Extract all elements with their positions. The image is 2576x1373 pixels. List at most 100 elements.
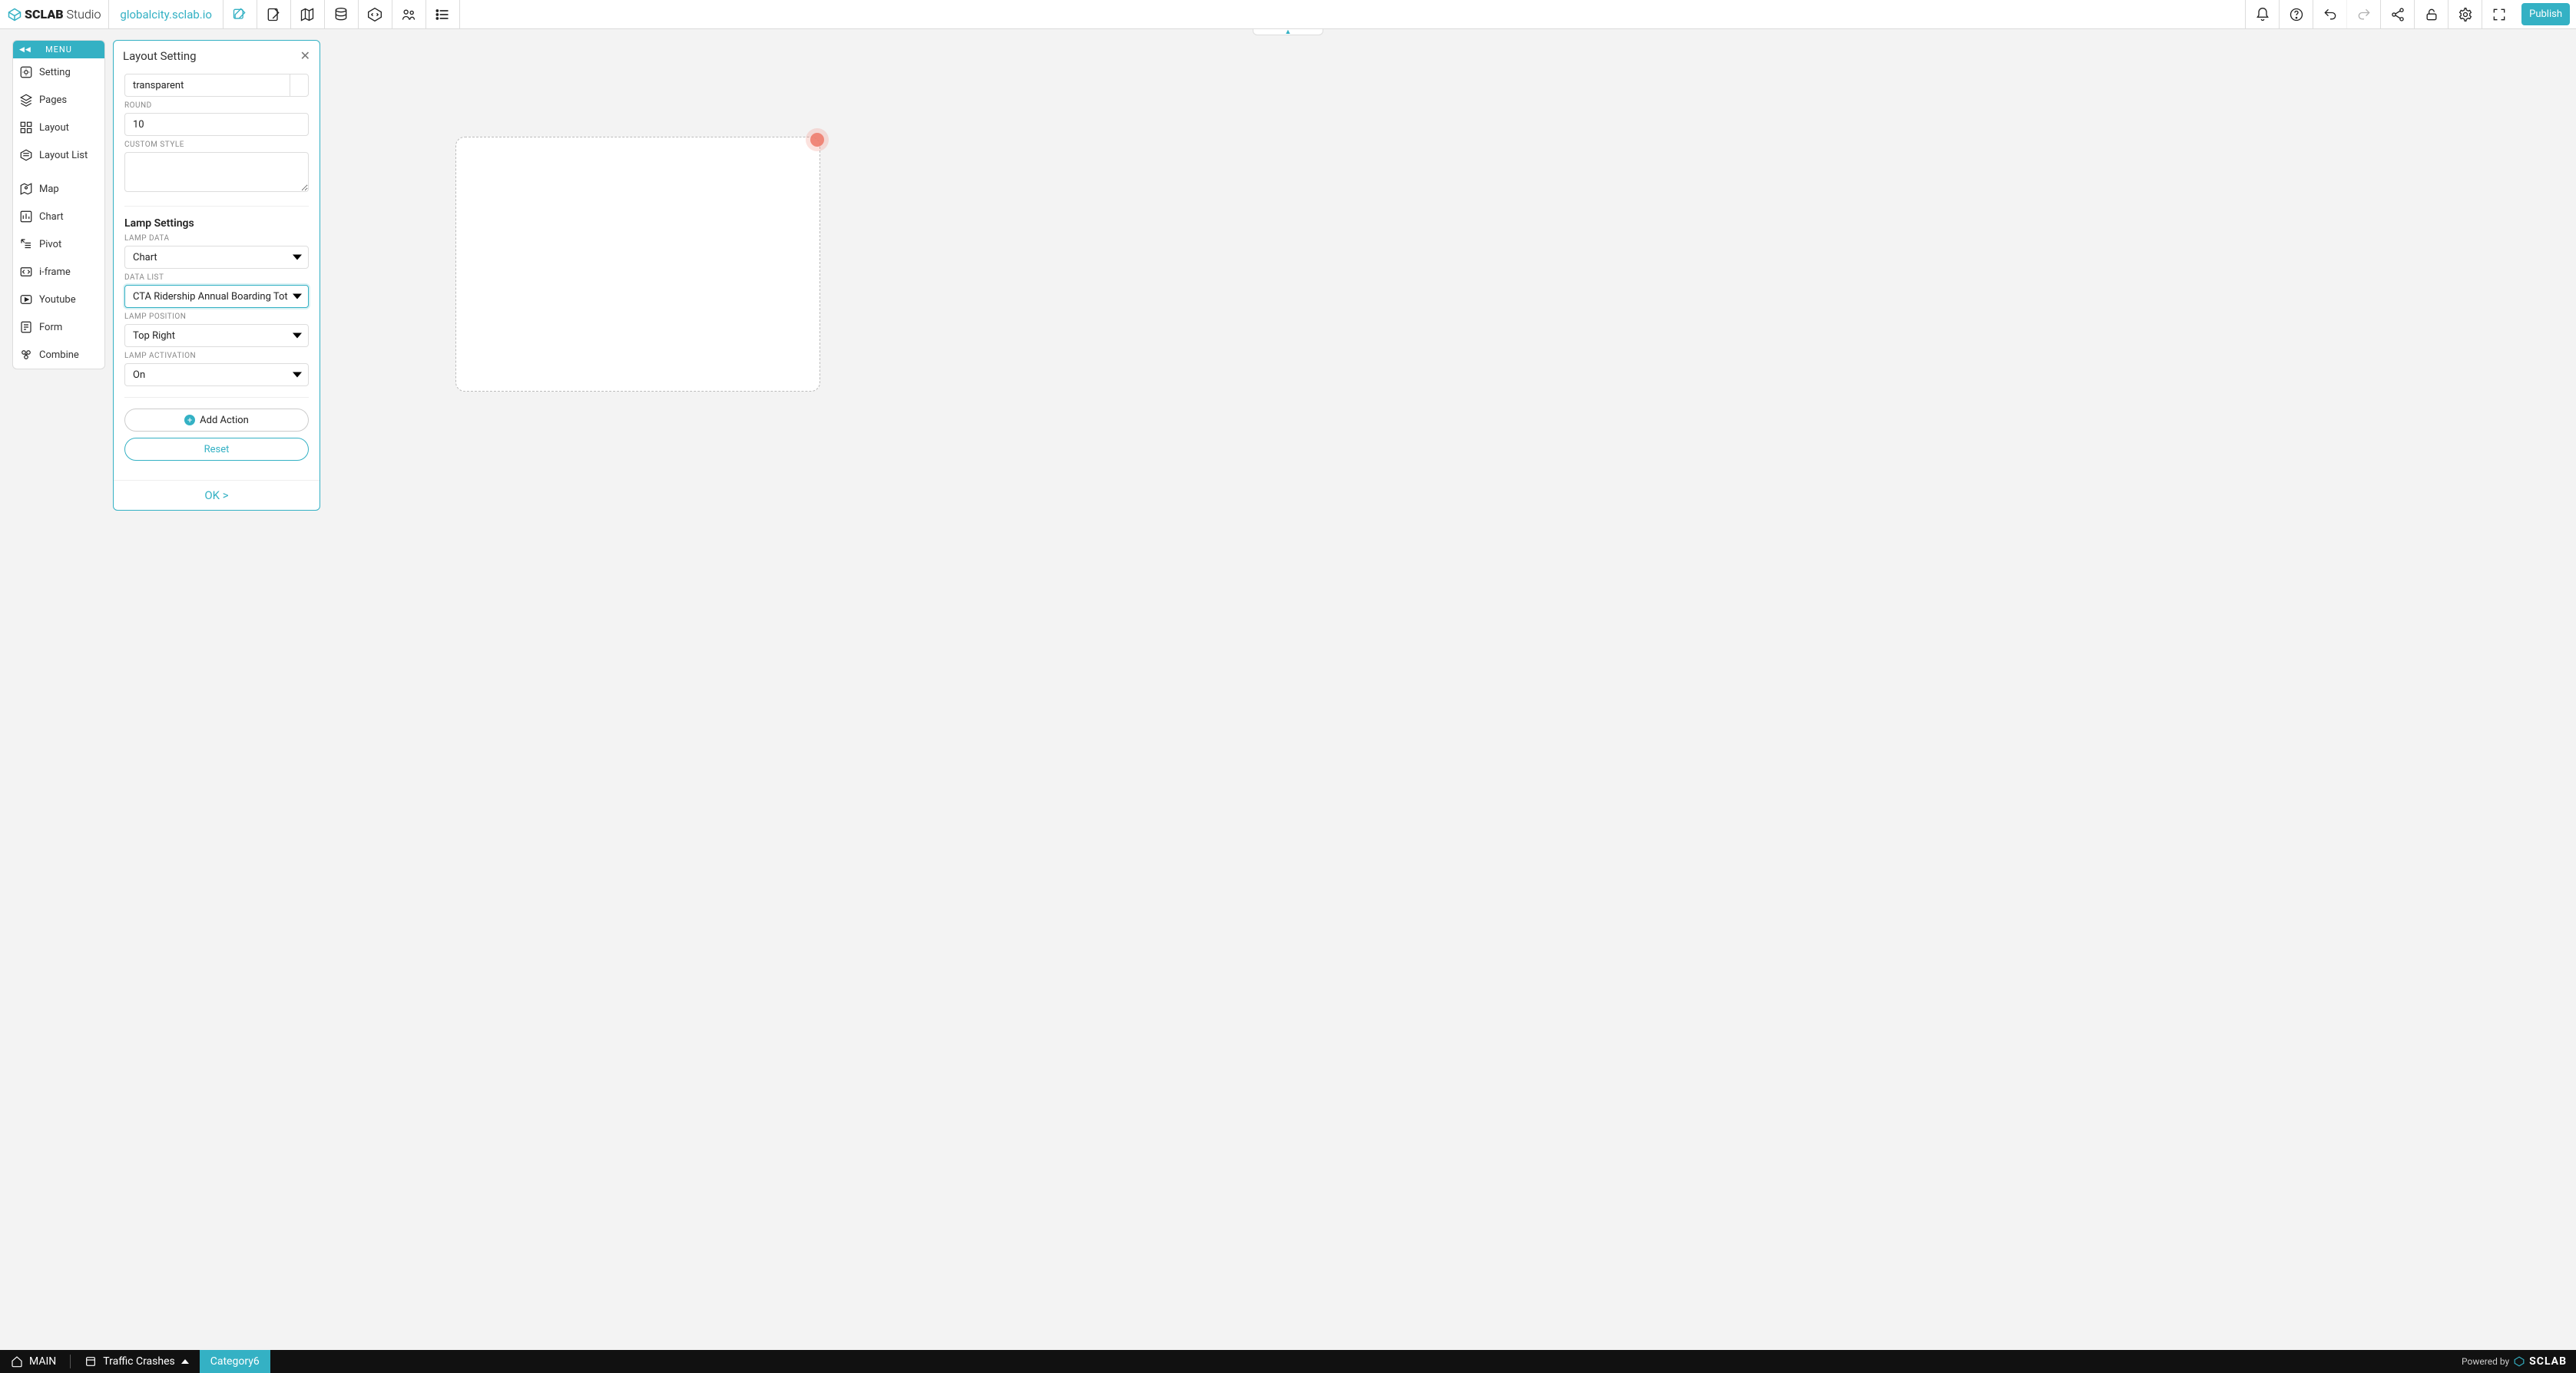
lamp-indicator	[810, 133, 824, 147]
reset-button[interactable]: Reset	[124, 438, 309, 461]
layoutlist-icon	[19, 148, 33, 162]
caret-down-icon	[293, 255, 302, 260]
combine-icon	[19, 348, 33, 362]
sidebar-item-combine[interactable]: Combine	[13, 341, 104, 369]
bottom-tab-main[interactable]: MAIN	[0, 1350, 67, 1373]
sidebar-item-map[interactable]: Map	[13, 175, 104, 203]
chevron-up-icon	[181, 1359, 189, 1364]
edit-doc-button[interactable]	[257, 0, 291, 28]
add-action-button[interactable]: + Add Action	[124, 409, 309, 432]
canvas-pull-tab[interactable]: ▲	[1253, 29, 1323, 35]
sidebar-item-layoutlist[interactable]: Layout List	[13, 141, 104, 169]
layers-icon	[19, 93, 33, 107]
undo-button[interactable]	[2313, 0, 2346, 28]
sidebar: ◀◀ MENU Setting Pages Layout Layout List…	[12, 40, 105, 369]
bottom-tab-category6[interactable]: Category6	[200, 1350, 270, 1373]
sidebar-item-setting[interactable]: Setting	[13, 58, 104, 86]
sidebar-item-label: Chart	[39, 211, 64, 223]
app-logo: SCLAB Studio	[0, 0, 109, 28]
lamp-activation-label: Lamp Activation	[124, 352, 309, 360]
logo-main: SCLAB	[25, 7, 64, 22]
gear-icon	[19, 65, 33, 79]
lock-button[interactable]	[2414, 0, 2448, 28]
bottom-tab-traffic[interactable]: Traffic Crashes	[74, 1350, 199, 1373]
lamp-activation-value: On	[133, 369, 145, 381]
grid-icon	[19, 121, 33, 134]
color-input[interactable]: transparent	[124, 74, 309, 97]
custom-style-label: Custom Style	[124, 141, 309, 149]
database-button[interactable]	[325, 0, 359, 28]
sidebar-item-label: Layout	[39, 122, 69, 134]
map-icon	[19, 182, 33, 196]
share-button[interactable]	[2380, 0, 2414, 28]
lamp-data-value: Chart	[133, 252, 157, 263]
lamp-position-value: Top Right	[133, 330, 175, 342]
ok-button[interactable]: OK >	[114, 480, 320, 510]
powered-by: Powered by SCLAB	[2452, 1350, 2576, 1373]
youtube-icon	[19, 293, 33, 306]
caret-down-icon	[293, 294, 302, 299]
powered-label: Powered by	[2462, 1356, 2509, 1367]
iframe-icon	[19, 265, 33, 279]
color-value: transparent	[125, 74, 290, 96]
sidebar-header[interactable]: ◀◀ MENU	[13, 41, 104, 58]
pivot-icon	[19, 237, 33, 251]
sidebar-item-form[interactable]: Form	[13, 313, 104, 341]
plus-icon: +	[184, 415, 195, 425]
layout-box[interactable]	[455, 137, 820, 392]
lamp-section-title: Lamp Settings	[124, 217, 309, 230]
round-input[interactable]	[124, 113, 309, 136]
add-action-label: Add Action	[200, 415, 249, 426]
sidebar-item-pages[interactable]: Pages	[13, 86, 104, 114]
lamp-data-label: Lamp Data	[124, 234, 309, 243]
sidebar-item-pivot[interactable]: Pivot	[13, 230, 104, 258]
divider	[70, 1355, 71, 1368]
caret-down-icon	[293, 372, 302, 378]
notifications-button[interactable]	[2245, 0, 2279, 28]
data-list-select[interactable]: CTA Ridership Annual Boarding Tot	[124, 285, 309, 308]
color-swatch[interactable]	[290, 74, 308, 96]
form-icon	[19, 320, 33, 334]
sidebar-item-label: Combine	[39, 349, 79, 361]
lamp-position-label: Lamp Position	[124, 313, 309, 321]
sidebar-item-youtube[interactable]: Youtube	[13, 286, 104, 313]
project-url[interactable]: globalcity.sclab.io	[109, 0, 223, 28]
separator	[124, 397, 309, 398]
separator	[124, 206, 309, 207]
settings-button[interactable]	[2448, 0, 2482, 28]
chevron-up-icon: ▲	[1285, 28, 1292, 36]
sidebar-item-label: Setting	[39, 67, 71, 78]
bottombar: MAIN Traffic Crashes Category6 Powered b…	[0, 1350, 2576, 1373]
layout-setting-panel: Layout Setting ✕ transparent Round Custo…	[113, 40, 320, 511]
edit-page-button[interactable]	[223, 0, 257, 28]
custom-style-input[interactable]	[124, 152, 309, 192]
lamp-position-select[interactable]: Top Right	[124, 324, 309, 347]
code-button[interactable]	[359, 0, 392, 28]
bottom-tab-label: MAIN	[29, 1355, 56, 1368]
round-label: Round	[124, 101, 309, 110]
users-button[interactable]	[392, 0, 426, 28]
lamp-data-select[interactable]: Chart	[124, 246, 309, 269]
data-list-value: CTA Ridership Annual Boarding Tot	[133, 291, 288, 303]
fullscreen-button[interactable]	[2482, 0, 2515, 28]
chart-icon	[19, 210, 33, 223]
list-button[interactable]	[426, 0, 460, 28]
sidebar-item-chart[interactable]: Chart	[13, 203, 104, 230]
data-list-label: Data List	[124, 273, 309, 282]
publish-button[interactable]: Publish	[2521, 3, 2570, 25]
sidebar-item-layout[interactable]: Layout	[13, 114, 104, 141]
close-icon[interactable]: ✕	[300, 48, 310, 63]
sidebar-item-iframe[interactable]: i-frame	[13, 258, 104, 286]
sidebar-item-label: i-frame	[39, 266, 71, 278]
map-button[interactable]	[291, 0, 325, 28]
sidebar-title: MENU	[45, 45, 72, 55]
bottom-tab-label: Category6	[210, 1355, 260, 1368]
lamp-activation-select[interactable]: On	[124, 363, 309, 386]
caret-down-icon	[293, 333, 302, 339]
home-icon	[11, 1355, 23, 1368]
panel-title: Layout Setting	[123, 49, 197, 63]
topbar: SCLAB Studio globalcity.sclab.io	[0, 0, 2576, 29]
help-button[interactable]	[2279, 0, 2313, 28]
powered-brand: SCLAB	[2529, 1355, 2567, 1368]
redo-button[interactable]	[2346, 0, 2380, 28]
